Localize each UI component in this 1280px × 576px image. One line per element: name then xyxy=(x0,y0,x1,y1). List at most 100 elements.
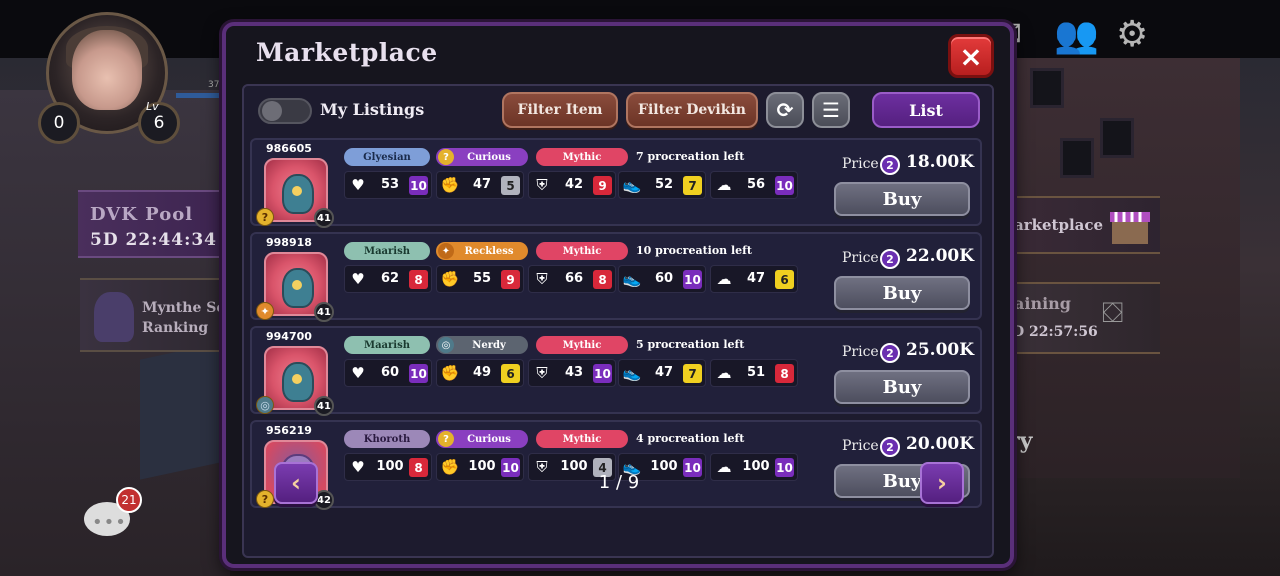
trait-icon: ✦ xyxy=(438,243,454,259)
stat-value: 49 xyxy=(472,365,492,380)
friends-icon[interactable]: 👥 xyxy=(1054,14,1099,56)
stat-value: 47 xyxy=(746,271,766,286)
filter-devikin-button[interactable]: Filter Devikin xyxy=(626,92,758,128)
marketplace-label: arketplace xyxy=(1014,216,1104,234)
trait-badge: ? Curious xyxy=(436,148,528,166)
stat-value: 100 xyxy=(376,459,404,474)
stat-grade: 10 xyxy=(501,458,520,477)
speed-icon: 👟 xyxy=(622,176,642,194)
ranking-panel[interactable]: Mynthe Se Ranking xyxy=(80,278,230,352)
page-indicator: 1 / 9 xyxy=(598,472,640,493)
devikin-sprite xyxy=(282,362,314,402)
stat-grade: 8 xyxy=(409,270,428,289)
toggle-knob xyxy=(262,101,282,121)
buy-button[interactable]: Buy xyxy=(834,276,970,310)
buy-button[interactable]: Buy xyxy=(834,182,970,216)
stat-value: 60 xyxy=(380,365,400,380)
creature-eye xyxy=(292,186,302,196)
dvk-pool-timer: 5D 22:44:34 xyxy=(90,230,218,250)
dvk-pool-title: DVK Pool xyxy=(90,204,194,225)
devikin-sprite xyxy=(282,268,314,308)
stat-grade: 10 xyxy=(683,458,702,477)
listing-row[interactable]: 956219? 42 Khoroth? Curious Mythic 4 procreat… xyxy=(250,420,982,510)
chat-badge: 21 xyxy=(116,487,142,513)
listing-row[interactable]: 998918 ✦ 41 Maarish ✦ Reckless Mythic 10 procre… xyxy=(250,232,982,322)
stat-value: 51 xyxy=(746,365,766,380)
stat-box: ✊ 100 10 xyxy=(436,453,524,481)
health-icon: ♥ xyxy=(351,270,365,288)
creature-eye xyxy=(292,374,302,384)
dvk-pool-panel[interactable]: DVK Pool 5D 22:44:34 xyxy=(78,190,230,258)
attack-icon: ✊ xyxy=(440,364,460,382)
devikin-sprite xyxy=(282,174,314,214)
stat-grade: 10 xyxy=(409,176,428,195)
my-listings-toggle[interactable] xyxy=(258,98,312,124)
attack-icon: ✊ xyxy=(440,270,460,288)
trait-badge: ✦ Reckless xyxy=(436,242,528,260)
marketplace-content: My Listings Filter Item Filter Devikin ⟳… xyxy=(242,84,994,558)
listing-row[interactable]: 986605? 41 Glyesian? Curious Mythic 7 procrea… xyxy=(250,138,982,228)
prev-page-button[interactable]: ‹ xyxy=(274,462,318,504)
stat-box: ✊ 49 6 xyxy=(436,359,524,387)
refresh-button[interactable]: ⟳ xyxy=(766,92,804,128)
price-label: Price xyxy=(842,438,879,454)
stat-grade: 9 xyxy=(593,176,612,195)
stat-grade: 8 xyxy=(775,364,794,383)
buy-button[interactable]: Buy xyxy=(834,370,970,404)
my-listings-label: My Listings xyxy=(320,100,425,119)
stat-box: ♥ 62 8 xyxy=(344,265,432,293)
tribe-badge: Khoroth xyxy=(344,430,430,448)
stat-value: 43 xyxy=(564,365,584,380)
ranking-line2: Ranking xyxy=(142,320,209,336)
devikin-level: 41 xyxy=(314,208,334,228)
shop-icon xyxy=(1110,212,1150,244)
listing-row[interactable]: 994700 ◎ 41 Maarish ◎ Nerdy Mythic 5 procreatio… xyxy=(250,326,982,416)
health-icon: ♥ xyxy=(351,458,365,476)
trait-mini-icon: ◎ xyxy=(256,396,274,414)
rarity-badge: Mythic xyxy=(536,242,628,260)
spirit-icon: ☁ xyxy=(716,270,732,288)
defense-icon: ⛨ xyxy=(536,458,548,476)
attack-icon: ✊ xyxy=(440,458,460,476)
settings-icon[interactable]: ⚙ xyxy=(1116,14,1148,55)
price-label: Price xyxy=(842,344,879,360)
defense-icon: ⛨ xyxy=(536,364,548,382)
stat-box: ☁ 56 10 xyxy=(710,171,798,199)
menu-icon: ☰ xyxy=(822,98,840,122)
next-page-button[interactable]: › xyxy=(920,462,964,504)
training-timer: D 22:57:56 xyxy=(1012,324,1098,340)
procreation-count: 4 procreation left xyxy=(636,432,745,445)
avatar[interactable] xyxy=(72,30,142,110)
podium-icon: ⛋ xyxy=(1102,296,1124,329)
stat-grade: 8 xyxy=(593,270,612,289)
creature-eye xyxy=(292,280,302,290)
stat-box: ⛨ 42 9 xyxy=(528,171,616,199)
price-label: Price xyxy=(842,250,879,266)
stat-box: ✊ 55 9 xyxy=(436,265,524,293)
menu-button[interactable]: ☰ xyxy=(812,92,850,128)
trait-mini-icon: ? xyxy=(256,208,274,226)
trait-label: Nerdy xyxy=(472,339,506,351)
close-button[interactable]: × xyxy=(948,34,994,78)
price-value: 20.00K xyxy=(906,434,975,454)
list-button[interactable]: List xyxy=(872,92,980,128)
stat-value: 60 xyxy=(654,271,674,286)
xp-bar xyxy=(176,93,226,98)
health-icon: ♥ xyxy=(351,364,365,382)
procreation-count: 10 procreation left xyxy=(636,244,752,257)
devikin-level: 41 xyxy=(314,396,334,416)
stat-value: 42 xyxy=(564,177,584,192)
spirit-icon: ☁ xyxy=(716,364,732,382)
procreation-count: 5 procreation left xyxy=(636,338,745,351)
training-label: aining xyxy=(1014,294,1071,313)
trait-mini-icon: ✦ xyxy=(256,302,274,320)
tribe-badge: Maarish xyxy=(344,242,430,260)
stat-grade: 6 xyxy=(501,364,520,383)
filter-item-button[interactable]: Filter Item xyxy=(502,92,618,128)
trait-icon: ? xyxy=(438,431,454,447)
stat-value: 66 xyxy=(564,271,584,286)
trait-label: Curious xyxy=(467,433,511,445)
stat-value: 100 xyxy=(742,459,770,474)
roof-left xyxy=(140,340,230,480)
stat-value: 53 xyxy=(380,177,400,192)
